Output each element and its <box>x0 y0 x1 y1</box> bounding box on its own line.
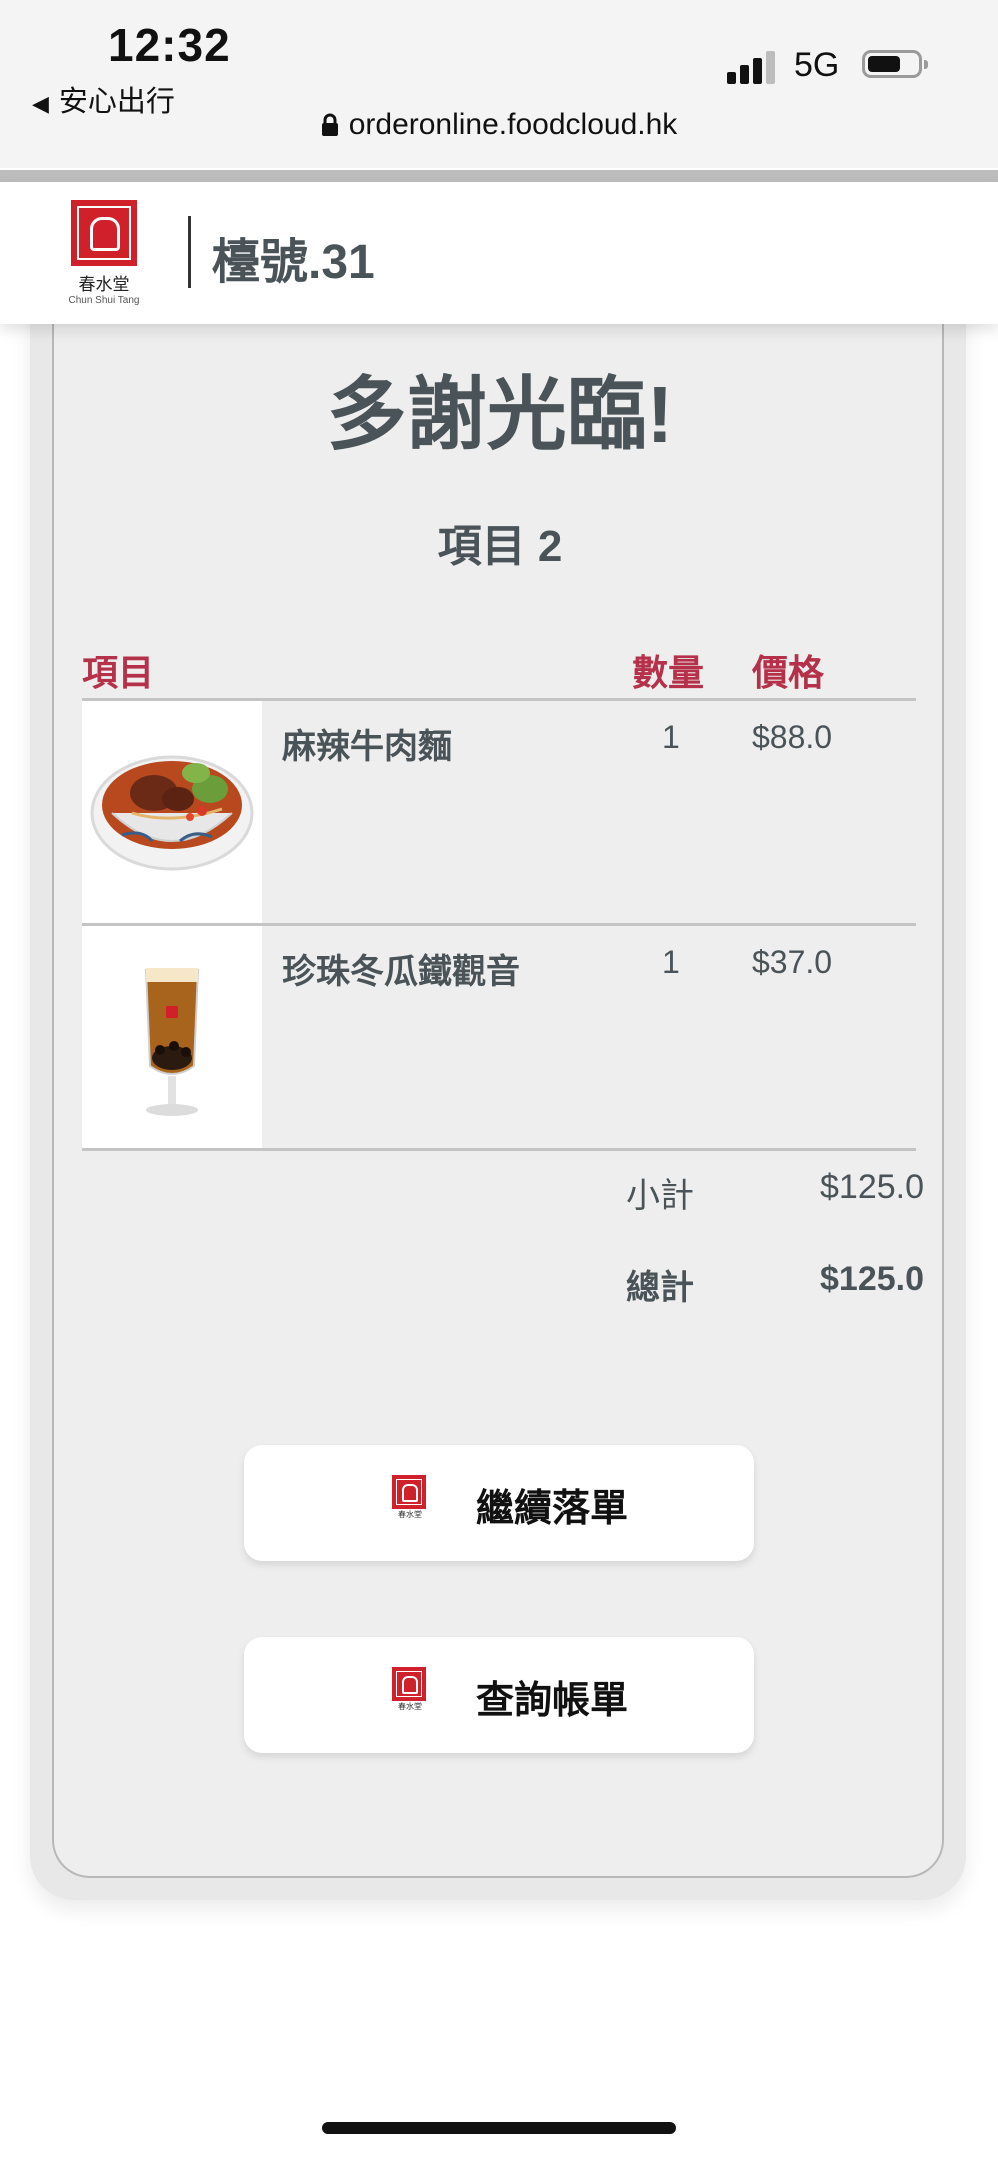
table-number: 檯號.31 <box>212 236 375 289</box>
site-header: 春水堂 Chun Shui Tang 檯號.31 <box>0 182 998 324</box>
logo-text-en: Chun Shui Tang <box>68 295 140 306</box>
column-header-qty: 數量 <box>632 652 705 693</box>
brand-logo[interactable]: 春水堂 Chun Shui Tang <box>66 200 142 308</box>
total-value: $125.0 <box>820 1260 924 1298</box>
item-name: 珍珠冬瓜鐵觀音 <box>282 953 520 991</box>
logo-text-cn: 春水堂 <box>78 275 130 295</box>
header-vertical-divider <box>188 216 191 288</box>
item-price: $88.0 <box>752 719 833 755</box>
total-label: 總計 <box>626 1269 694 1307</box>
pearl-milk-tea-image <box>82 926 262 1148</box>
address-bar[interactable]: orderonline.foodcloud.hk <box>0 108 998 142</box>
order-item-row: 珍珠冬瓜鐵觀音 1 $37.0 <box>82 926 916 1148</box>
items-count: 項目 2 <box>437 522 563 571</box>
card-inner: 多謝光臨! 項目 2 項目 數量 價格 麻辣牛肉麵 1 $88.0 珍珠冬瓜鐵觀… <box>52 200 944 1878</box>
home-indicator[interactable] <box>322 2122 676 2134</box>
brand-logo-text: 春水堂 <box>398 1702 422 1711</box>
brand-logo-text: 春水堂 <box>398 1510 422 1519</box>
row-divider <box>82 1148 916 1151</box>
continue-order-label: 繼續落單 <box>476 1488 629 1530</box>
item-name: 麻辣牛肉麵 <box>282 728 452 766</box>
view-bill-label: 查詢帳單 <box>476 1680 629 1722</box>
continue-order-button[interactable]: 春水堂 繼續落單 <box>244 1445 754 1561</box>
status-bar: 12:32 ◀ 安心出行 5G orderonline.foodcloud.hk <box>0 0 998 168</box>
subtotal-value: $125.0 <box>820 1168 924 1206</box>
brand-seal-icon <box>71 200 137 266</box>
brand-logo-icon: 春水堂 <box>392 1475 428 1531</box>
subtotal-label: 小計 <box>626 1177 694 1215</box>
clock: 12:32 <box>108 19 231 71</box>
cellular-signal-icon <box>727 48 781 84</box>
view-bill-button[interactable]: 春水堂 查詢帳單 <box>244 1637 754 1753</box>
thank-you-heading: 多謝光臨! <box>326 370 674 459</box>
order-item-row: 麻辣牛肉麵 1 $88.0 <box>82 701 916 923</box>
item-qty: 1 <box>662 719 680 755</box>
order-confirmation-card: 多謝光臨! 項目 2 項目 數量 價格 麻辣牛肉麵 1 $88.0 珍珠冬瓜鐵觀… <box>30 200 966 1900</box>
brand-logo-icon: 春水堂 <box>392 1667 428 1723</box>
item-qty: 1 <box>662 944 680 980</box>
item-price: $37.0 <box>752 944 833 980</box>
battery-icon <box>862 50 928 78</box>
browser-divider <box>0 170 998 182</box>
column-header-item: 項目 <box>82 652 155 693</box>
lock-icon <box>321 113 338 136</box>
column-header-price: 價格 <box>752 652 825 693</box>
spicy-beef-noodle-image <box>82 701 262 923</box>
url-text: orderonline.foodcloud.hk <box>348 108 678 141</box>
network-type: 5G <box>794 46 840 84</box>
